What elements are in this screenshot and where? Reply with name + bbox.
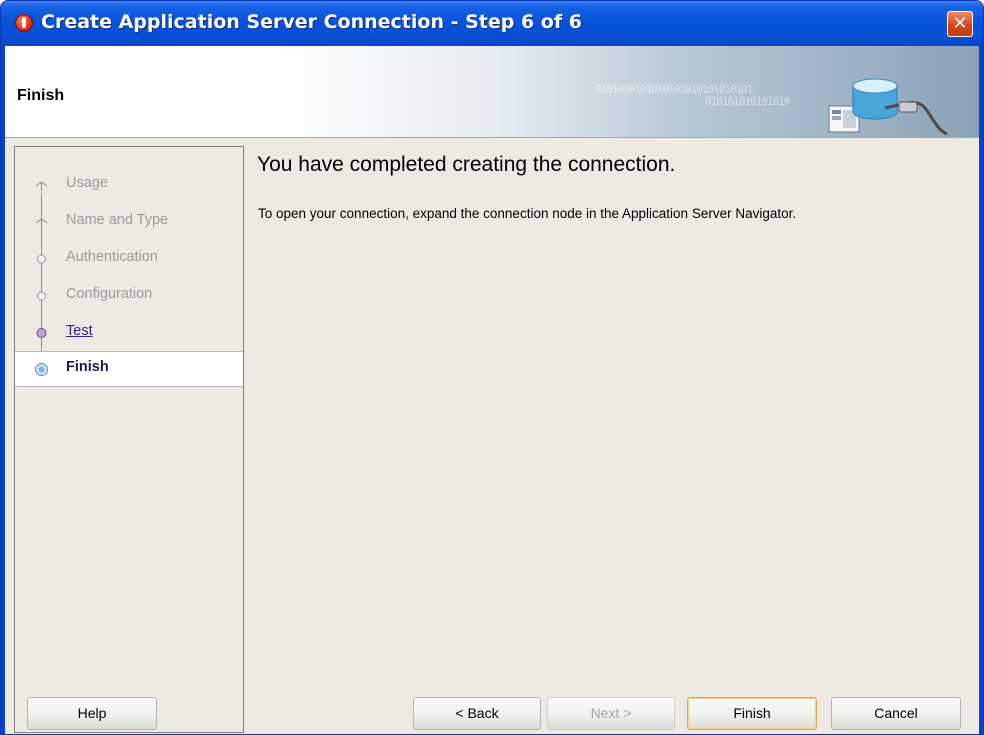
step-label[interactable]: Test: [66, 323, 93, 339]
completed-step-icon: [37, 291, 46, 301]
database-server-connection-icon: [828, 78, 948, 136]
completion-message: To open your connection, expand the conn…: [258, 206, 797, 221]
dialog-window: Create Application Server Connection - S…: [0, 0, 984, 735]
visited-step-icon: [36, 328, 47, 338]
completed-step-icon: [37, 254, 46, 264]
step-usage: Usage: [15, 167, 243, 201]
app-icon: [15, 14, 33, 32]
close-icon: ✕: [952, 13, 968, 34]
cancel-button[interactable]: Cancel: [831, 697, 961, 730]
step-configuration: Configuration: [15, 278, 243, 312]
help-button[interactable]: Help: [27, 697, 157, 730]
completed-step-icon: [35, 181, 48, 191]
next-button[interactable]: Next >: [547, 697, 675, 730]
step-label: Usage: [66, 175, 108, 191]
step-label: Configuration: [66, 286, 153, 302]
title-bar[interactable]: Create Application Server Connection - S…: [1, 1, 983, 46]
step-label: Authentication: [66, 249, 158, 265]
completed-step-icon: [35, 215, 48, 228]
step-authentication: Authentication: [15, 241, 243, 275]
window-title: Create Application Server Connection - S…: [41, 11, 582, 33]
current-step-icon: [35, 363, 48, 376]
step-navigation: Usage Name and Type Authentication Confi…: [14, 146, 244, 733]
dialog-client-area: Finish 0101010101010101010101010101 0101…: [5, 46, 979, 734]
wizard-header: Finish 0101010101010101010101010101 0101…: [5, 46, 979, 138]
step-test[interactable]: Test: [15, 315, 243, 349]
step-label: Name and Type: [66, 212, 169, 228]
completion-heading: You have completed creating the connecti…: [257, 153, 676, 176]
binary-decoration-2: 010101010101010: [705, 95, 790, 108]
close-button[interactable]: ✕: [947, 11, 973, 37]
finish-button[interactable]: Finish: [687, 697, 817, 730]
page-title: Finish: [17, 87, 65, 104]
step-finish[interactable]: Finish: [15, 351, 243, 387]
back-button[interactable]: < Back: [413, 697, 541, 730]
step-name-and-type: Name and Type: [15, 204, 243, 238]
step-label: Finish: [66, 359, 109, 375]
